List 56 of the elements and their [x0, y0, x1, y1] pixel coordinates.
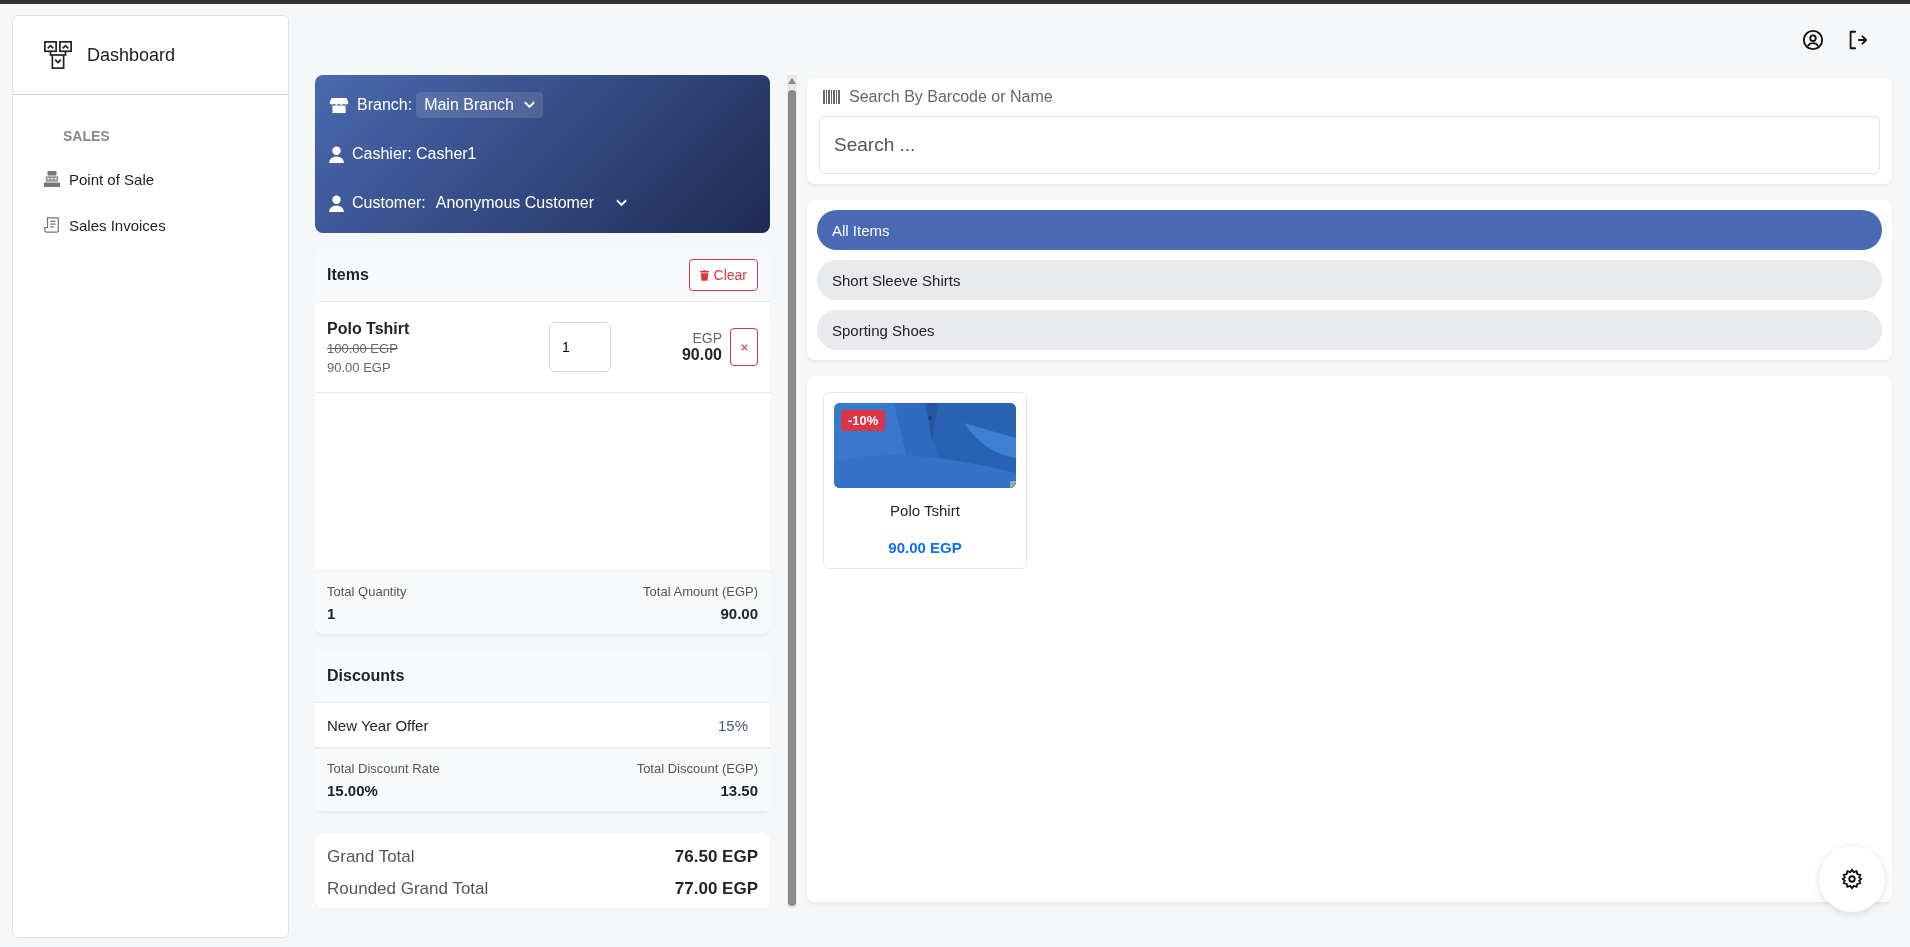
total-label: Grand Total	[327, 847, 415, 867]
quantity-input[interactable]: 1	[549, 322, 611, 372]
chevron-down-icon	[523, 101, 535, 109]
total-label: Rounded Grand Total	[327, 879, 489, 899]
category-tab[interactable]: Short Sleeve Shirts	[817, 260, 1882, 300]
customer-dropdown[interactable]: Anonymous Customer	[433, 194, 630, 212]
clear-button[interactable]: Clear	[688, 259, 758, 291]
card-title: Items	[327, 266, 369, 284]
customer-label: Customer:	[352, 194, 426, 212]
search-field[interactable]: Search ...	[819, 116, 1880, 174]
discount-badge: -10%	[841, 410, 886, 431]
summary-label: Total Amount (EGP)	[643, 584, 758, 599]
summary-value: 1	[327, 605, 337, 622]
unit-price: 90.00 EGP	[327, 359, 392, 375]
summary-label: Total Discount Rate	[327, 761, 440, 776]
dashboard-icon	[43, 40, 73, 70]
category-tab[interactable]: All Items	[817, 210, 1882, 250]
branch-dropdown[interactable]: Main Branch	[416, 92, 543, 118]
scrollbar[interactable]	[787, 75, 797, 908]
currency-label: EGP	[692, 330, 722, 346]
summary-value: 15.00%	[327, 782, 379, 799]
user-icon	[329, 194, 344, 212]
section-heading: SALES	[63, 128, 111, 144]
sidebar-item[interactable]: Sales Invoices	[43, 216, 166, 234]
summary-value: 90.00	[720, 605, 758, 622]
discount-rate: 15%	[717, 716, 748, 734]
user-profile-icon[interactable]	[1802, 28, 1824, 51]
chevron-down-icon	[616, 199, 628, 207]
user-icon	[329, 145, 344, 163]
remove-button[interactable]	[730, 328, 758, 366]
original-price: 100.00 EGP	[327, 340, 399, 356]
barcode-icon	[823, 90, 841, 104]
summary-label: Total Quantity	[327, 584, 407, 599]
item-name: Polo Tshirt	[327, 319, 411, 338]
summary-value: 13.50	[720, 782, 758, 799]
product-name: Polo Tshirt	[890, 502, 960, 519]
trash-icon	[699, 269, 709, 281]
total-value: 77.00 EGP	[674, 879, 758, 899]
cash-register-icon	[43, 170, 61, 188]
branch-label: Branch:	[357, 96, 413, 114]
summary-label: Total Discount (EGP)	[636, 761, 758, 776]
dashboard-link[interactable]: Dashboard	[87, 44, 176, 66]
line-total: 90.00	[681, 346, 722, 364]
card-title: Discounts	[327, 667, 405, 685]
store-icon	[329, 96, 349, 114]
sidebar-item[interactable]: Point of Sale	[43, 170, 155, 188]
product-price: 90.00 EGP	[888, 539, 962, 556]
settings-icon	[1841, 868, 1863, 890]
discount-name: New Year Offer	[327, 716, 429, 734]
receipt-icon	[43, 216, 61, 234]
cashier-label: Cashier: Casher1	[352, 145, 477, 163]
close-icon	[740, 343, 748, 351]
product-card[interactable]: -10% Polo Tshirt 90.00 EGP	[823, 392, 1027, 569]
total-value: 76.50 EGP	[674, 847, 758, 867]
search-label: Search By Barcode or Name	[849, 88, 1053, 106]
category-tab[interactable]: Sporting Shoes	[817, 310, 1882, 350]
